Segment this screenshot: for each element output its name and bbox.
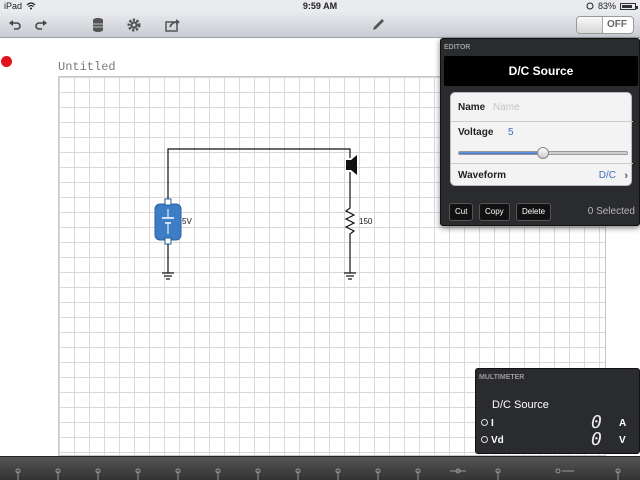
component-icon bbox=[615, 468, 621, 480]
component-icon bbox=[95, 468, 101, 480]
component-icon bbox=[135, 468, 141, 480]
wire bbox=[167, 148, 351, 203]
waveform-label: Waveform bbox=[458, 170, 506, 181]
tray-components bbox=[15, 468, 621, 480]
component-tray[interactable] bbox=[0, 456, 640, 480]
cut-button[interactable]: Cut bbox=[449, 203, 474, 221]
speaker-component[interactable] bbox=[346, 155, 357, 175]
multimeter-source: D/C Source bbox=[492, 399, 549, 411]
component-icon bbox=[215, 468, 221, 480]
voltage-drop-value: 0 bbox=[591, 429, 602, 450]
battery-label: 5V bbox=[182, 217, 192, 226]
component-icon bbox=[255, 468, 261, 480]
divider bbox=[451, 121, 633, 122]
battery-component[interactable] bbox=[154, 198, 182, 245]
component-icon bbox=[415, 468, 421, 480]
name-field[interactable]: Name bbox=[493, 102, 520, 113]
voltage-slider[interactable] bbox=[458, 147, 628, 159]
editor-actions: Cut Copy Delete 0 Selected bbox=[444, 203, 638, 223]
name-label: Name bbox=[458, 102, 486, 113]
radio-icon[interactable] bbox=[481, 419, 488, 426]
resistor-label: 150 bbox=[359, 217, 373, 226]
voltage-value: 5 bbox=[508, 127, 514, 138]
current-unit: A bbox=[619, 418, 627, 429]
component-icon bbox=[495, 468, 501, 480]
waveform-value: D/C bbox=[598, 170, 616, 181]
radio-icon[interactable] bbox=[481, 436, 488, 443]
component-icon bbox=[295, 468, 301, 480]
resistor-component bbox=[344, 204, 356, 238]
component-icon bbox=[15, 468, 21, 480]
slider-fill bbox=[459, 152, 543, 154]
component-icon bbox=[555, 468, 574, 474]
component-icon bbox=[375, 468, 381, 480]
chevron-right-icon: › bbox=[624, 170, 628, 182]
multimeter-panel: MULTIMETER D/C Source I 0 A Vd 0 V bbox=[475, 368, 640, 454]
ground-symbol bbox=[162, 272, 174, 280]
component-icon bbox=[450, 468, 466, 474]
copy-button[interactable]: Copy bbox=[479, 203, 510, 221]
selection-count: 0 Selected bbox=[587, 206, 635, 217]
multimeter-header: MULTIMETER bbox=[479, 374, 525, 381]
divider bbox=[451, 163, 633, 164]
editor-header: EDITOR bbox=[444, 44, 471, 51]
app-window: { "status_bar": { "device": "iPad", "tim… bbox=[0, 0, 640, 480]
editor-title: D/C Source bbox=[444, 56, 638, 86]
component-icon bbox=[175, 468, 181, 480]
slider-knob[interactable] bbox=[537, 147, 549, 159]
component-icon bbox=[55, 468, 61, 480]
editor-panel: EDITOR D/C Source Name Name Voltage 5 Wa… bbox=[440, 38, 640, 226]
delete-button[interactable]: Delete bbox=[516, 203, 552, 221]
voltage-drop-label: Vd bbox=[491, 435, 504, 446]
current-label: I bbox=[491, 418, 494, 429]
ground-symbol bbox=[344, 272, 356, 280]
voltage-label: Voltage bbox=[458, 127, 494, 138]
voltage-drop-unit: V bbox=[619, 435, 626, 446]
component-icon bbox=[335, 468, 341, 480]
